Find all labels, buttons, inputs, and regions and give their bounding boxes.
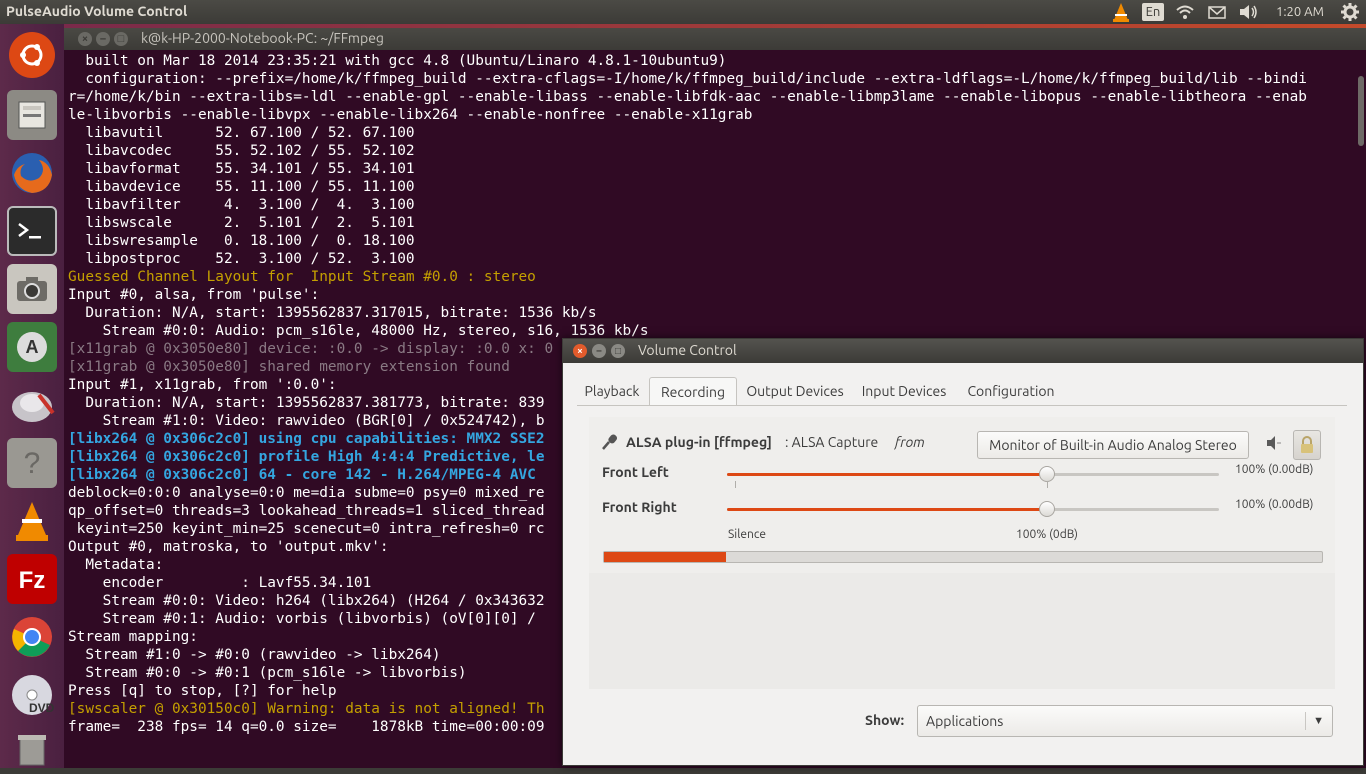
tab-input-devices[interactable]: Input Devices <box>857 377 951 405</box>
terminal-line: libavformat 55. 34.101 / 55. 34.101 <box>68 161 415 177</box>
close-icon[interactable]: × <box>573 344 587 358</box>
stream-app-description: : ALSA Capture <box>785 434 879 450</box>
top-panel: PulseAudio Volume Control En 1:20 AM <box>0 0 1366 24</box>
lock-channels-button[interactable] <box>1293 430 1321 460</box>
channel-label-front-left: Front Left <box>602 464 669 480</box>
terminal-line: libpostproc 52. 3.100 / 52. 3.100 <box>68 251 415 267</box>
disk-icon[interactable] <box>7 380 57 430</box>
close-icon[interactable]: × <box>78 32 92 46</box>
volume-titlebar[interactable]: × – □ Volume Control <box>563 339 1363 363</box>
terminal-icon[interactable] <box>7 206 57 256</box>
volume-window-title: Volume Control <box>638 342 737 358</box>
terminal-line: Duration: N/A, start: 1395562837.317015,… <box>68 305 597 321</box>
lock-icon <box>1299 436 1315 458</box>
tab-configuration[interactable]: Configuration <box>959 377 1063 405</box>
show-filter-value: Applications <box>926 713 1004 729</box>
peak-level-meter <box>603 551 1323 563</box>
terminal-line: libswscale 2. 5.101 / 2. 5.101 <box>68 215 415 231</box>
terminal-line: Guessed Channel Layout for Input Stream … <box>68 269 536 285</box>
volume-control-window: × – □ Volume Control Playback Recording … <box>562 338 1364 766</box>
show-label: Show: <box>865 712 905 728</box>
terminal-line: libavfilter 4. 3.100 / 4. 3.100 <box>68 197 415 213</box>
gear-icon[interactable] <box>1340 2 1360 22</box>
terminal-line: configuration: --prefix=/home/k/ffmpeg_b… <box>68 71 1307 87</box>
svg-text:?: ? <box>24 447 41 480</box>
select-divider <box>1305 712 1306 730</box>
trash-icon[interactable] <box>7 724 57 774</box>
channel-label-front-right: Front Right <box>602 499 677 515</box>
front-left-slider-knob[interactable] <box>1039 466 1055 482</box>
tab-playback[interactable]: Playback <box>577 377 647 405</box>
terminal-titlebar[interactable]: × – □ k@k-HP-2000-Notebook-PC: ~/FFmpeg <box>64 28 1366 50</box>
camera-icon[interactable] <box>7 264 57 314</box>
maximize-icon[interactable]: □ <box>611 344 625 358</box>
terminal-line: le-libvorbis --enable-libvpx --enable-li… <box>68 107 753 123</box>
scale-silence-label: Silence <box>728 528 766 541</box>
recording-stream: ALSA plug-in [ffmpeg] : ALSA Capture fro… <box>589 417 1335 573</box>
streams-panel: ALSA plug-in [ffmpeg] : ALSA Capture fro… <box>589 417 1335 689</box>
terminal-line: built on Mar 18 2014 23:35:21 with gcc 4… <box>68 53 727 69</box>
vlc-icon[interactable] <box>7 496 57 546</box>
front-right-slider[interactable] <box>727 501 1219 517</box>
chevron-down-icon: ▼ <box>1313 715 1324 727</box>
from-label: from <box>895 434 925 450</box>
clock[interactable]: 1:20 AM <box>1276 2 1324 22</box>
tab-output-devices[interactable]: Output Devices <box>739 377 851 405</box>
source-select-button[interactable]: Monitor of Built-in Audio Analog Stereo <box>977 431 1249 459</box>
volume-icon[interactable] <box>1238 2 1260 22</box>
terminal-title: k@k-HP-2000-Notebook-PC: ~/FFmpeg <box>141 30 384 46</box>
mute-speaker-icon[interactable] <box>1265 434 1283 456</box>
vlc-tray-icon[interactable] <box>1112 2 1130 22</box>
front-right-value: 100% (0.00dB) <box>1235 498 1314 511</box>
filezilla-icon[interactable]: Fz <box>7 554 57 604</box>
svg-text:Fz: Fz <box>19 567 46 594</box>
scale-tick-silence <box>735 481 736 488</box>
front-left-slider[interactable] <box>727 466 1219 482</box>
svg-text:A: A <box>26 337 39 357</box>
terminal-line: libswresample 0. 18.100 / 0. 18.100 <box>68 233 415 249</box>
wifi-icon[interactable] <box>1175 2 1195 22</box>
keyboard-layout-indicator[interactable]: En <box>1142 3 1164 21</box>
scale-100-label: 100% (0dB) <box>1016 528 1078 541</box>
terminal-line: Input #0, alsa, from 'pulse': <box>68 287 320 303</box>
terminal-line: libavdevice 55. 11.100 / 55. 11.100 <box>68 179 415 195</box>
peak-level-fill <box>604 552 727 562</box>
chrome-icon[interactable] <box>7 612 57 662</box>
minimize-icon[interactable]: – <box>96 32 110 46</box>
firefox-icon[interactable] <box>7 148 57 198</box>
mail-icon[interactable] <box>1207 2 1227 22</box>
front-right-slider-fill <box>727 508 1046 511</box>
svg-text:DVD: DVD <box>29 701 55 715</box>
files-icon[interactable] <box>7 90 57 140</box>
help-icon[interactable]: ? <box>7 438 57 488</box>
terminal-scrollbar[interactable] <box>1358 76 1364 146</box>
launcher: A ? Fz DVD <box>0 24 64 768</box>
front-left-slider-fill <box>727 473 1046 476</box>
microphone-icon <box>601 433 619 455</box>
tab-separator <box>577 405 1347 406</box>
show-filter-select[interactable]: Applications ▼ <box>917 705 1333 737</box>
tab-recording[interactable]: Recording <box>649 377 737 406</box>
front-right-slider-knob[interactable] <box>1039 501 1055 517</box>
stream-app-name: ALSA plug-in [ffmpeg] <box>626 434 772 450</box>
ubuntu-dash-icon[interactable] <box>9 32 55 78</box>
terminal-line: libavcodec 55. 52.102 / 55. 52.102 <box>68 143 415 159</box>
scale-tick-100 <box>1047 481 1048 488</box>
terminal-line: r=/home/k/bin --extra-libs=-ldl --enable… <box>68 89 1307 105</box>
maximize-icon[interactable]: □ <box>114 32 128 46</box>
minimize-icon[interactable]: – <box>592 344 606 358</box>
software-updater-icon[interactable]: A <box>7 322 57 372</box>
app-title: PulseAudio Volume Control <box>6 3 188 19</box>
front-left-value: 100% (0.00dB) <box>1235 463 1314 476</box>
terminal-line: libavutil 52. 67.100 / 52. 67.100 <box>68 125 415 141</box>
dvd-icon[interactable]: DVD <box>7 670 57 720</box>
